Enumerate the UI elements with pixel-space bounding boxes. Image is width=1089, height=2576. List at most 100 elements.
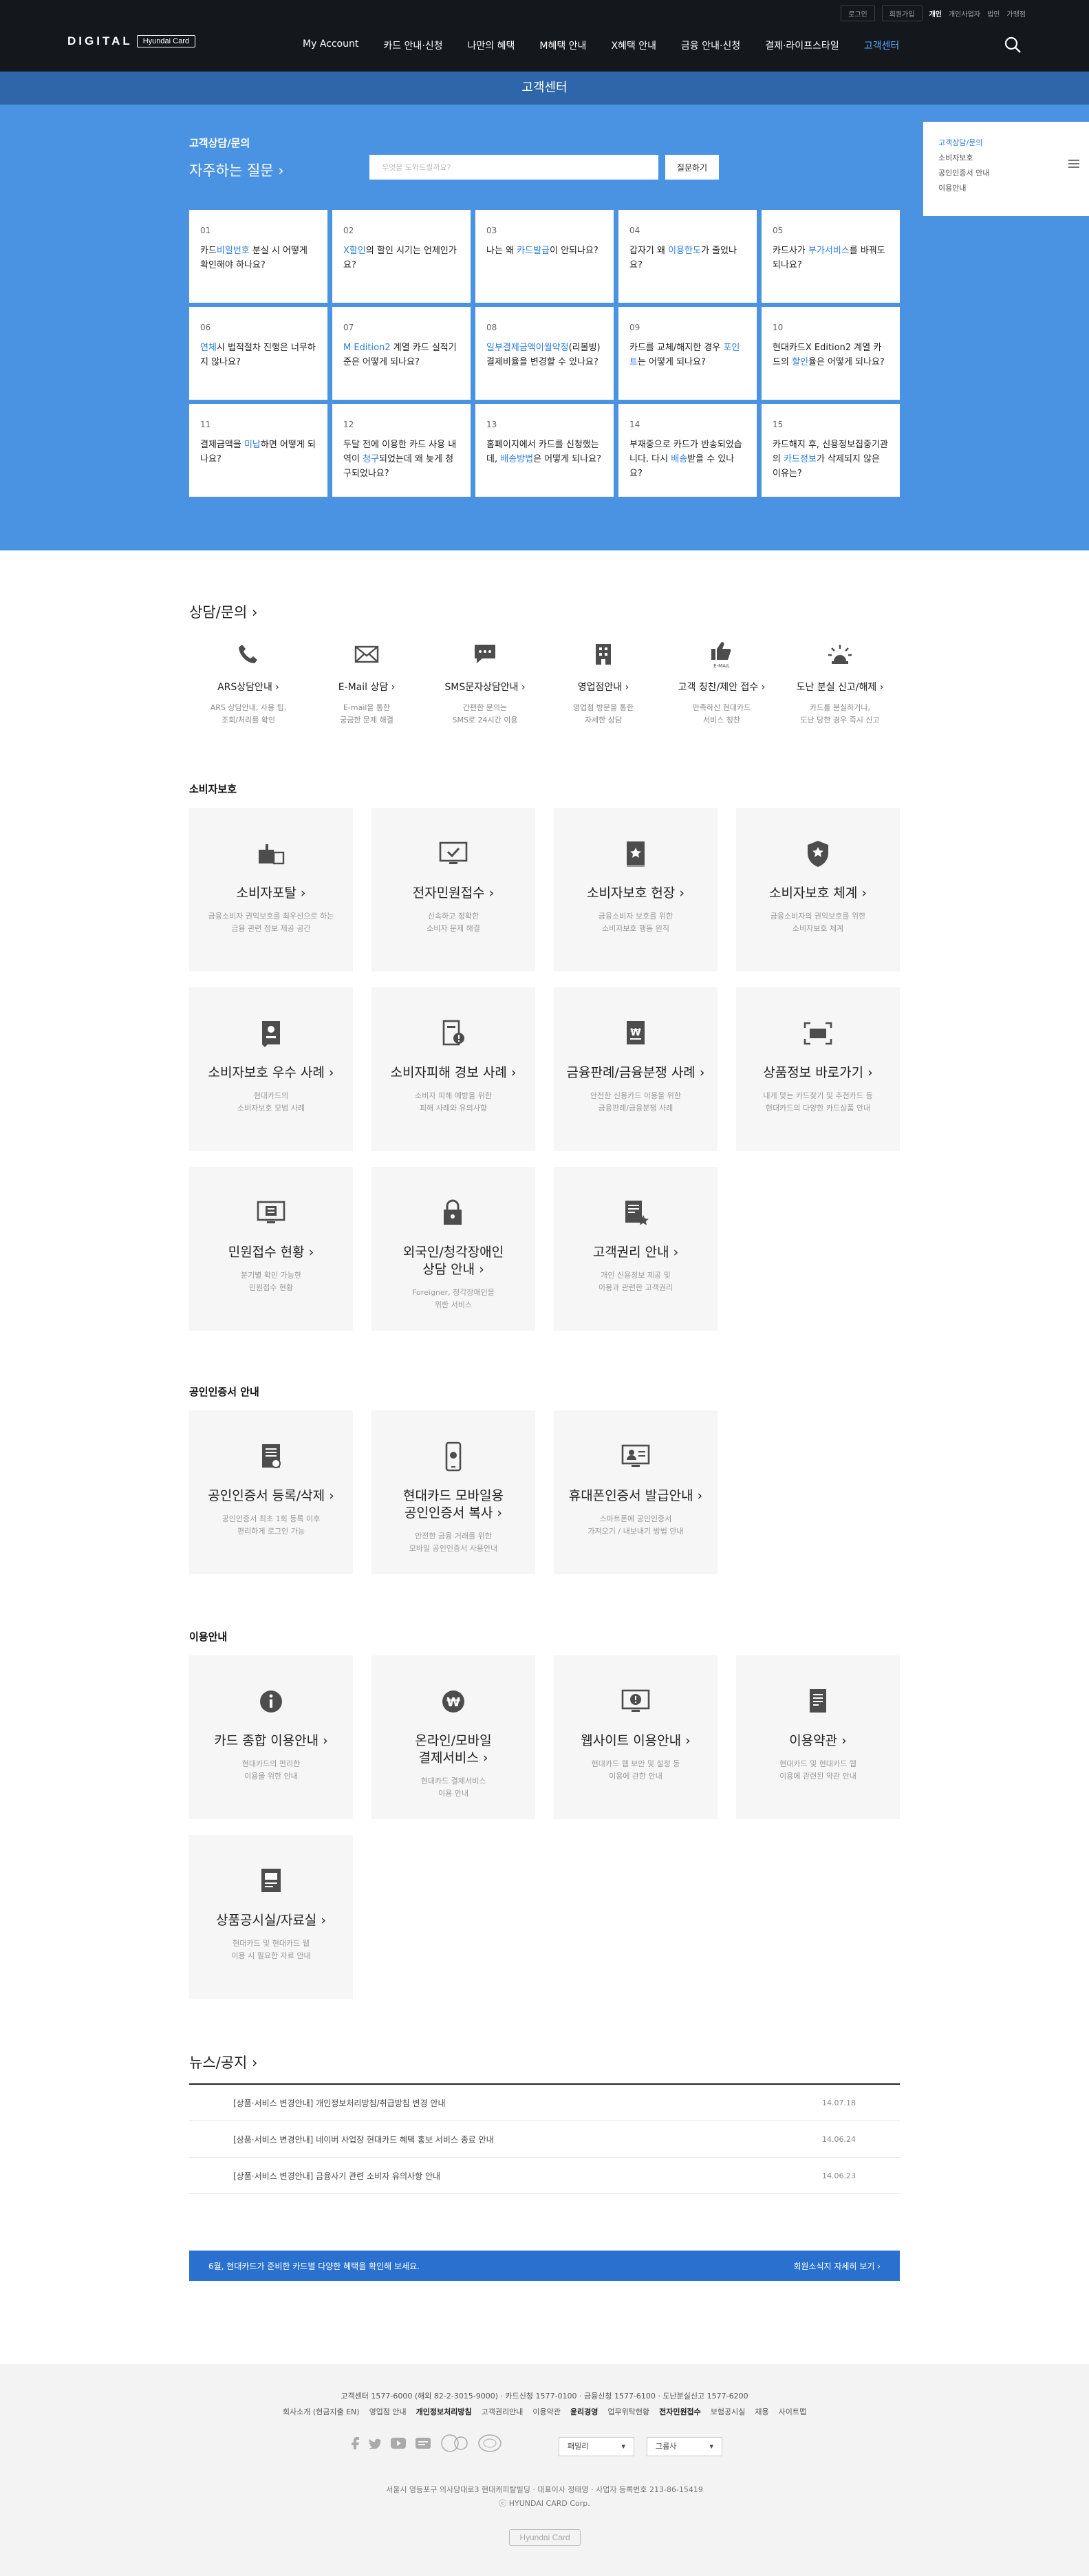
faq-item[interactable]: 12 두달 전에 이용한 카드 사용 내역이 청구되었는데 왜 늦게 청구되었나요… [332, 404, 471, 497]
faq-item[interactable]: 14 부재중으로 카드가 반송되었습니다. 다시 배송받을 수 있나요? [618, 404, 757, 497]
youtube-icon[interactable] [391, 2438, 406, 2449]
newsletter-banner[interactable]: 6월, 현대카드가 준비한 카드별 다양한 혜택을 확인해 보세요. 회원소식지… [189, 2251, 900, 2281]
faq-item[interactable]: 08 일부결제금액이월약정(리볼빙)결제비율을 변경할 수 있나요? [475, 307, 614, 400]
consumer-card[interactable]: 소비자포탈 › 금융소비자 권익보호를 최우선으로 하는 금융 관련 정보 제공 공… [189, 808, 353, 972]
contact-item[interactable]: 영업점안내 › 영업점 방문을 통한 자세한 상담 [544, 640, 662, 727]
faq-search-button[interactable]: 질문하기 [665, 155, 719, 180]
usage-card[interactable]: 웹사이트 이용안내 › 현대카드 웹 보안 및 설정 등 이용에 관한 안내 [554, 1655, 718, 1819]
nav-m-benefits[interactable]: M혜택 안내 [539, 39, 586, 52]
footer-link[interactable]: 전자민원접수 [659, 2406, 701, 2417]
faq-item[interactable]: 09 카드를 교체/해지한 경우 포인트는 어떻게 되나요? [618, 307, 757, 400]
footer-link[interactable]: 이용약관 [532, 2406, 560, 2417]
consumer-card[interactable]: 전자민원접수 › 신속하고 정확한 소비자 문제 해결 [371, 808, 535, 972]
contact-section-title[interactable]: 상담/문의 › [189, 601, 257, 622]
side-item-usage[interactable]: 이용안내 [938, 182, 966, 193]
faq-item[interactable]: 04 갑자기 왜 이용한도가 줄었나요? [618, 210, 757, 303]
faq-item[interactable]: 13 홈페이지에서 카드를 신청했는데, 배송방법은 어떻게 되나요? [475, 404, 614, 497]
family-site-select[interactable]: 패밀리 ▾ [559, 2437, 634, 2456]
footer-link[interactable]: 개인정보처리방침 [416, 2406, 472, 2417]
util-personal[interactable]: 개인 [929, 8, 942, 19]
contact-item[interactable]: E-MAIL 고객 칭찬/제안 접수 › 만족하신 현대카드 서비스 칭찬 [662, 640, 781, 727]
usage-card[interactable]: ₩ 온라인/모바일 결제서비스 › 현대카드 결제서비스 이용 안내 [371, 1655, 535, 1819]
join-button[interactable]: 회원가입 [881, 6, 923, 21]
cert-card[interactable]: 휴대폰인증서 발급안내 › 스마트폰에 공인인증서 가져오기 / 내보내기 방법 안… [554, 1410, 718, 1574]
cert-card[interactable]: 공인인증서 등록/삭제 › 공인인증서 최초 1회 등록 이후 편리하게 로그인 가… [189, 1410, 353, 1574]
faq-item[interactable]: 15 카드해지 후, 신용정보집중기관의 카드정보가 삭제되지 않은 이유는? [762, 404, 900, 497]
twitter-icon[interactable] [369, 2438, 381, 2449]
footer-link[interactable]: 회사소개 (현금지출 EN) [283, 2406, 360, 2417]
consumer-card[interactable]: 외국인/청각장애인 상담 안내 › Foreigner, 청각장애인을 위한 서비스 [371, 1167, 535, 1331]
desc-line: 이용과 관련한 고객권리 [598, 1283, 673, 1292]
consumer-card[interactable]: 민원접수 현황 › 분기별 확인 가능한 민원접수 현황 [189, 1167, 353, 1331]
side-item-consult[interactable]: 고객상담/문의 [938, 137, 982, 148]
util-corporate[interactable]: 법인 [987, 8, 1000, 19]
usage-card[interactable]: 상품공시실/자료실 › 현대카드 및 현대카드 웹 이용 시 필요한 자료 안내 [189, 1835, 353, 1999]
contact-item[interactable]: E-Mail 상담 › E-mail을 통한 궁금한 문제 해결 [308, 640, 426, 727]
consumer-card[interactable]: ₩ 금융판례/금융분쟁 사례 › 안전한 신용카드 이용을 위한 금융판례/금융분쟁 … [554, 987, 718, 1151]
won-icon: ₩ [371, 1684, 535, 1719]
faq-item[interactable]: 06 연체시 법적절차 진행은 너무하지 않나요? [189, 307, 327, 400]
faq-item[interactable]: 10 현대카드X Edition2 계열 카드의 할인율은 어떻게 되나요? [762, 307, 900, 400]
card-title: 웹사이트 이용안내 › [554, 1732, 718, 1750]
consumer-card[interactable]: 소비자보호 헌장 › 금융소비자 보호를 위한 소비자보호 행동 원칙 [554, 808, 718, 972]
faq-question: 나는 왜 카드발급이 안되나요? [486, 244, 603, 258]
news-row[interactable]: [상품·서비스 변경안내] 금융사기 관련 소비자 유의사항 안내 14.06.2… [189, 2158, 900, 2194]
nav-finance[interactable]: 금융 안내·신청 [681, 39, 740, 52]
chevron-right-icon: › [837, 1733, 847, 1748]
desc-line: ARS 상담안내, 사용 팁, [210, 703, 287, 712]
login-button[interactable]: 로그인 [841, 6, 875, 21]
news-section-title[interactable]: 뉴스/공지 › [189, 2052, 257, 2072]
side-item-consumer[interactable]: 소비자보호 [938, 152, 973, 163]
util-business[interactable]: 개인사업자 [949, 8, 980, 19]
chevron-down-icon: ▾ [709, 2442, 713, 2451]
faq-question: 현대카드X Edition2 계열 카드의 할인율은 어떻게 되나요? [773, 341, 889, 369]
footer-link[interactable]: 채용 [755, 2406, 768, 2417]
consumer-card[interactable]: 소비자피해 경보 사례 › 소비자 피해 예방을 위한 피해 사례와 유의사항 [371, 987, 535, 1151]
contact-item[interactable]: SMS문자상담안내 › 간편한 문의는 SMS로 24시간 이용 [426, 640, 544, 727]
faq-item[interactable]: 11 결제금액을 미납하면 어떻게 되나요? [189, 404, 327, 497]
footer-link[interactable]: 사이트맵 [779, 2406, 806, 2417]
chevron-right-icon: › [388, 682, 396, 693]
nav-payment-lifestyle[interactable]: 결제·라이프스타일 [765, 39, 839, 52]
consumer-card[interactable]: 고객권리 안내 › 개인 신용정보 제공 및 이용과 관련한 고객권리 [554, 1167, 718, 1331]
footer-link[interactable]: 고객권리안내 [482, 2406, 524, 2417]
footer-link[interactable]: 영업점 안내 [369, 2406, 407, 2417]
site-logo[interactable]: DIGITAL Hyundai Card [67, 34, 195, 48]
consumer-card[interactable]: 상품정보 바로가기 › 내게 맞는 카드찾기 및 추천카드 등 현대카드의 다양한 … [736, 987, 900, 1151]
desc-line: 편리하게 로그인 가능 [237, 1527, 305, 1536]
email-icon [308, 640, 426, 669]
faq-item[interactable]: 02 X할인의 할인 시기는 언제인가요? [332, 210, 471, 303]
facebook-icon[interactable] [351, 2437, 359, 2449]
nav-card-apply[interactable]: 카드 안내·신청 [383, 39, 442, 52]
faq-item[interactable]: 01 카드비밀번호 분실 시 어떻게 확인해야 하나요? [189, 210, 327, 303]
news-row[interactable]: [상품·서비스 변경안내] 네이버 사업장 현대카드 혜택 홍보 서비스 종료 … [189, 2121, 900, 2158]
nav-x-benefits[interactable]: X혜택 안내 [611, 39, 656, 52]
side-item-cert[interactable]: 공인인증서 안내 [938, 167, 989, 178]
faq-item[interactable]: 07 M Edition2 계열 카드 실적기준은 어떻게 되나요? [332, 307, 471, 400]
contact-item[interactable]: ARS상담안내 › ARS 상담안내, 사용 팁, 조회/처리를 확인 [189, 640, 308, 727]
footer-link[interactable]: 윤리경영 [570, 2406, 598, 2417]
cert-card[interactable]: 현대카드 모바일용 공인인증서 복사 › 안전한 금융 거래를 위한 모바일 공인인증… [371, 1410, 535, 1574]
consumer-card[interactable]: 소비자보호 체계 › 금융소비자의 권익보호를 위한 소비자보호 체계 [736, 808, 900, 972]
consumer-card[interactable]: 소비자보호 우수 사례 › 현대카드의 소비자보호 모범 사례 [189, 987, 353, 1151]
usage-card[interactable]: 카드 종합 이용안내 › 현대카드의 편리한 이용을 위한 안내 [189, 1655, 353, 1819]
nav-my-benefits[interactable]: 나만의 혜택 [468, 39, 515, 52]
faq-search-input[interactable] [369, 155, 658, 180]
faq-title-link[interactable]: 자주하는 질문 › [189, 160, 284, 180]
faq-item[interactable]: 03 나는 왜 카드발급이 안되나요? [475, 210, 614, 303]
util-merchant[interactable]: 가맹점 [1006, 8, 1026, 19]
portal-icon [189, 837, 353, 871]
nav-customer-center[interactable]: 고객센터 [864, 39, 900, 52]
faq-item[interactable]: 05 카드사가 부가서비스를 바꿔도 되나요? [762, 210, 900, 303]
card-title: 민원접수 현황 › [189, 1244, 353, 1261]
news-row[interactable]: [상품·서비스 변경안내] 개인정보처리방침/취급방침 변경 안내 14.07.1… [189, 2085, 900, 2121]
blog-icon[interactable] [416, 2438, 431, 2449]
menu-icon[interactable] [1068, 159, 1079, 169]
footer-link[interactable]: 업무위탁현황 [607, 2406, 649, 2417]
contact-item[interactable]: 도난 분실 신고/해제 › 카드를 분실하거나, 도난 당한 경우 즉시 신고 [781, 640, 899, 727]
group-site-select[interactable]: 그룹사 ▾ [647, 2437, 722, 2456]
search-icon[interactable] [1004, 36, 1022, 54]
usage-card[interactable]: 이용약관 › 현대카드 및 현대카드 웹 이용에 관련된 약관 안내 [736, 1655, 900, 1819]
nav-my-account[interactable]: My Account [303, 39, 358, 52]
footer-link[interactable]: 보험공시실 [711, 2406, 746, 2417]
